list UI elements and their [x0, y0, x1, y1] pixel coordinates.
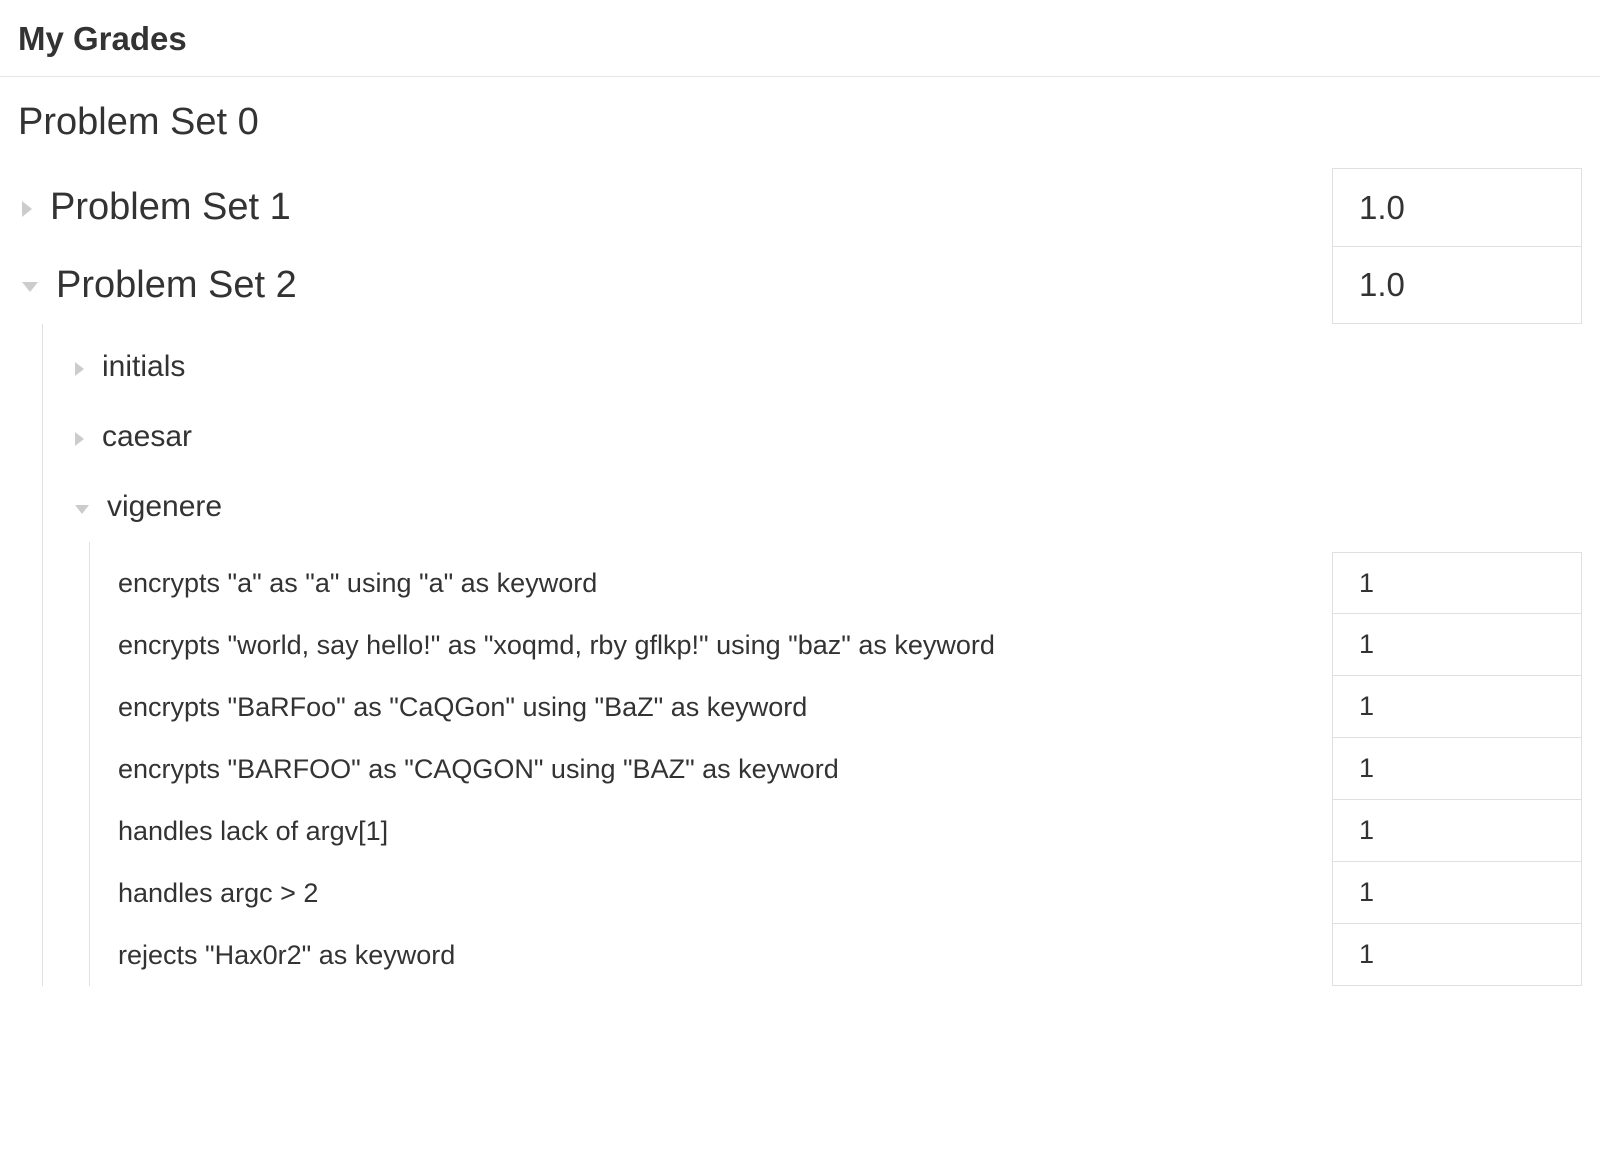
sub-initials-row[interactable]: initials: [43, 332, 1600, 402]
test-left: encrypts "BARFOO" as "CAQGON" using "BAZ…: [90, 738, 1332, 800]
test-grade: 1: [1332, 924, 1582, 986]
grades-page: My Grades Problem Set 0 Problem Set 1 1.…: [0, 0, 1600, 986]
problem-set-0-title: Problem Set 0: [18, 101, 259, 144]
vigenere-tests: encrypts "a" as "a" using "a" as keyword…: [89, 542, 1600, 986]
test-row: encrypts "a" as "a" using "a" as keyword…: [90, 552, 1600, 614]
test-desc: encrypts "BaRFoo" as "CaQGon" using "BaZ…: [118, 692, 807, 723]
test-desc: encrypts "a" as "a" using "a" as keyword: [118, 568, 597, 599]
grade-value: 1: [1359, 815, 1374, 846]
problem-set-2-row[interactable]: Problem Set 2 1.0: [0, 246, 1600, 324]
chevron-down-icon[interactable]: [22, 282, 38, 292]
test-row: handles argc > 2 1: [90, 862, 1600, 924]
test-grade: 1: [1332, 552, 1582, 614]
test-left: handles argc > 2: [90, 862, 1332, 924]
test-left: encrypts "BaRFoo" as "CaQGon" using "BaZ…: [90, 676, 1332, 738]
test-desc: handles lack of argv[1]: [118, 816, 388, 847]
problem-set-1-grade: 1.0: [1332, 168, 1582, 246]
test-row: encrypts "BaRFoo" as "CaQGon" using "BaZ…: [90, 676, 1600, 738]
sub-initials-title: initials: [102, 350, 185, 384]
grade-value: 1.0: [1359, 189, 1405, 227]
problem-set-2-left: Problem Set 2: [22, 246, 1332, 324]
problem-set-2-grade: 1.0: [1332, 246, 1582, 324]
sub-vigenere-row[interactable]: vigenere: [43, 472, 1600, 542]
grade-value: 1: [1359, 753, 1374, 784]
problem-set-2-title: Problem Set 2: [56, 264, 297, 307]
page-header: My Grades: [0, 0, 1600, 77]
problem-set-1-row[interactable]: Problem Set 1 1.0: [0, 168, 1600, 246]
chevron-right-icon[interactable]: [75, 432, 84, 446]
test-desc: encrypts "BARFOO" as "CAQGON" using "BAZ…: [118, 754, 839, 785]
test-left: encrypts "a" as "a" using "a" as keyword: [90, 552, 1332, 614]
test-desc: handles argc > 2: [118, 878, 318, 909]
test-row: rejects "Hax0r2" as keyword 1: [90, 924, 1600, 986]
problem-set-0-row[interactable]: Problem Set 0: [0, 77, 1600, 168]
problem-set-1-left: Problem Set 1: [22, 168, 1332, 246]
chevron-right-icon[interactable]: [22, 201, 32, 217]
chevron-down-icon[interactable]: [75, 505, 89, 514]
sub-caesar-title: caesar: [102, 420, 192, 454]
problem-set-2-children: initials caesar vigenere encrypts "a" as…: [42, 324, 1600, 986]
test-row: encrypts "world, say hello!" as "xoqmd, …: [90, 614, 1600, 676]
test-row: encrypts "BARFOO" as "CAQGON" using "BAZ…: [90, 738, 1600, 800]
test-grade: 1: [1332, 738, 1582, 800]
sub-vigenere-title: vigenere: [107, 490, 222, 524]
grade-value: 1: [1359, 939, 1374, 970]
test-grade: 1: [1332, 614, 1582, 676]
page-title: My Grades: [18, 20, 1582, 58]
test-left: encrypts "world, say hello!" as "xoqmd, …: [90, 614, 1332, 676]
test-grade: 1: [1332, 800, 1582, 862]
grade-value: 1: [1359, 691, 1374, 722]
grade-value: 1: [1359, 629, 1374, 660]
grades-content: Problem Set 0 Problem Set 1 1.0 Problem …: [0, 77, 1600, 986]
chevron-right-icon[interactable]: [75, 362, 84, 376]
test-grade: 1: [1332, 676, 1582, 738]
grade-value: 1: [1359, 877, 1374, 908]
test-left: rejects "Hax0r2" as keyword: [90, 924, 1332, 986]
test-desc: rejects "Hax0r2" as keyword: [118, 940, 455, 971]
grade-value: 1.0: [1359, 266, 1405, 304]
test-desc: encrypts "world, say hello!" as "xoqmd, …: [118, 630, 995, 661]
test-row: handles lack of argv[1] 1: [90, 800, 1600, 862]
grade-value: 1: [1359, 568, 1374, 599]
sub-caesar-row[interactable]: caesar: [43, 402, 1600, 472]
test-grade: 1: [1332, 862, 1582, 924]
test-left: handles lack of argv[1]: [90, 800, 1332, 862]
problem-set-1-title: Problem Set 1: [50, 186, 291, 229]
